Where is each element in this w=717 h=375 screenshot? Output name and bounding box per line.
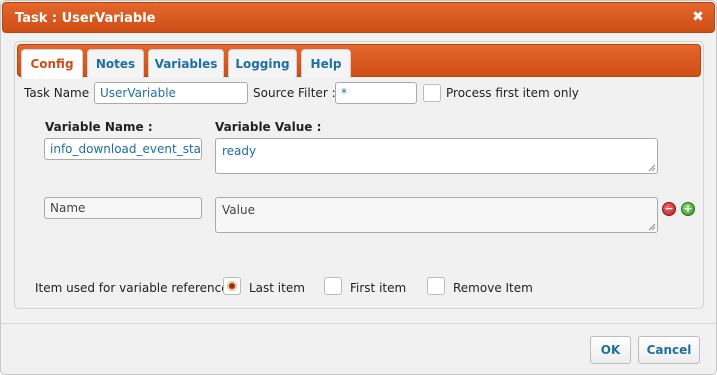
remove-item-checkbox[interactable] bbox=[427, 277, 445, 295]
variable-name-input[interactable]: info_download_event_stat bbox=[44, 138, 202, 160]
close-icon[interactable]: ✖ bbox=[690, 9, 706, 25]
new-variable-name-input[interactable]: Name bbox=[44, 197, 202, 219]
source-filter-input[interactable]: * bbox=[335, 82, 417, 104]
task-name-input[interactable]: UserVariable bbox=[94, 82, 248, 104]
variable-value-text: ready bbox=[222, 144, 257, 158]
task-name-label: Task Name : bbox=[24, 86, 97, 100]
config-panel: Config Notes Variables Logging Help Task… bbox=[14, 41, 704, 309]
footer-divider bbox=[1, 323, 716, 324]
remove-item-label: Remove Item bbox=[453, 281, 533, 295]
tab-variables[interactable]: Variables bbox=[148, 49, 224, 78]
resize-grip-icon[interactable] bbox=[648, 164, 656, 172]
task-dialog: Task : UserVariable ✖ Config Notes Varia… bbox=[0, 0, 717, 375]
reference-label: Item used for variable reference : bbox=[35, 281, 237, 295]
first-item-label: First item bbox=[350, 281, 407, 295]
dialog-title: Task : UserVariable bbox=[15, 11, 156, 26]
tab-config[interactable]: Config bbox=[21, 49, 83, 79]
first-item-checkbox[interactable] bbox=[324, 277, 342, 295]
variable-name-header: Variable Name : bbox=[45, 120, 153, 134]
last-item-label: Last item bbox=[249, 281, 305, 295]
dialog-titlebar: Task : UserVariable ✖ bbox=[2, 2, 715, 33]
source-filter-label: Source Filter : bbox=[253, 86, 336, 100]
resize-grip-icon[interactable] bbox=[648, 223, 656, 231]
tab-bar: Config Notes Variables Logging Help bbox=[17, 44, 701, 79]
minus-icon: − bbox=[664, 202, 674, 215]
new-variable-value-placeholder: Value bbox=[222, 203, 255, 217]
variable-value-header: Variable Value : bbox=[215, 120, 322, 134]
variable-value-textarea[interactable]: ready bbox=[215, 138, 658, 174]
plus-icon: + bbox=[683, 202, 693, 215]
cancel-button[interactable]: Cancel bbox=[638, 336, 700, 364]
new-variable-value-textarea[interactable]: Value bbox=[215, 197, 658, 233]
process-first-checkbox[interactable] bbox=[423, 84, 441, 102]
tab-logging[interactable]: Logging bbox=[228, 49, 297, 78]
last-item-checkbox[interactable] bbox=[223, 277, 241, 295]
tab-help[interactable]: Help bbox=[301, 49, 351, 78]
add-variable-button[interactable]: + bbox=[681, 202, 695, 216]
ok-button[interactable]: OK bbox=[590, 336, 631, 364]
tab-notes[interactable]: Notes bbox=[87, 49, 144, 78]
remove-variable-button[interactable]: − bbox=[662, 202, 676, 216]
process-first-label: Process first item only bbox=[446, 86, 579, 100]
